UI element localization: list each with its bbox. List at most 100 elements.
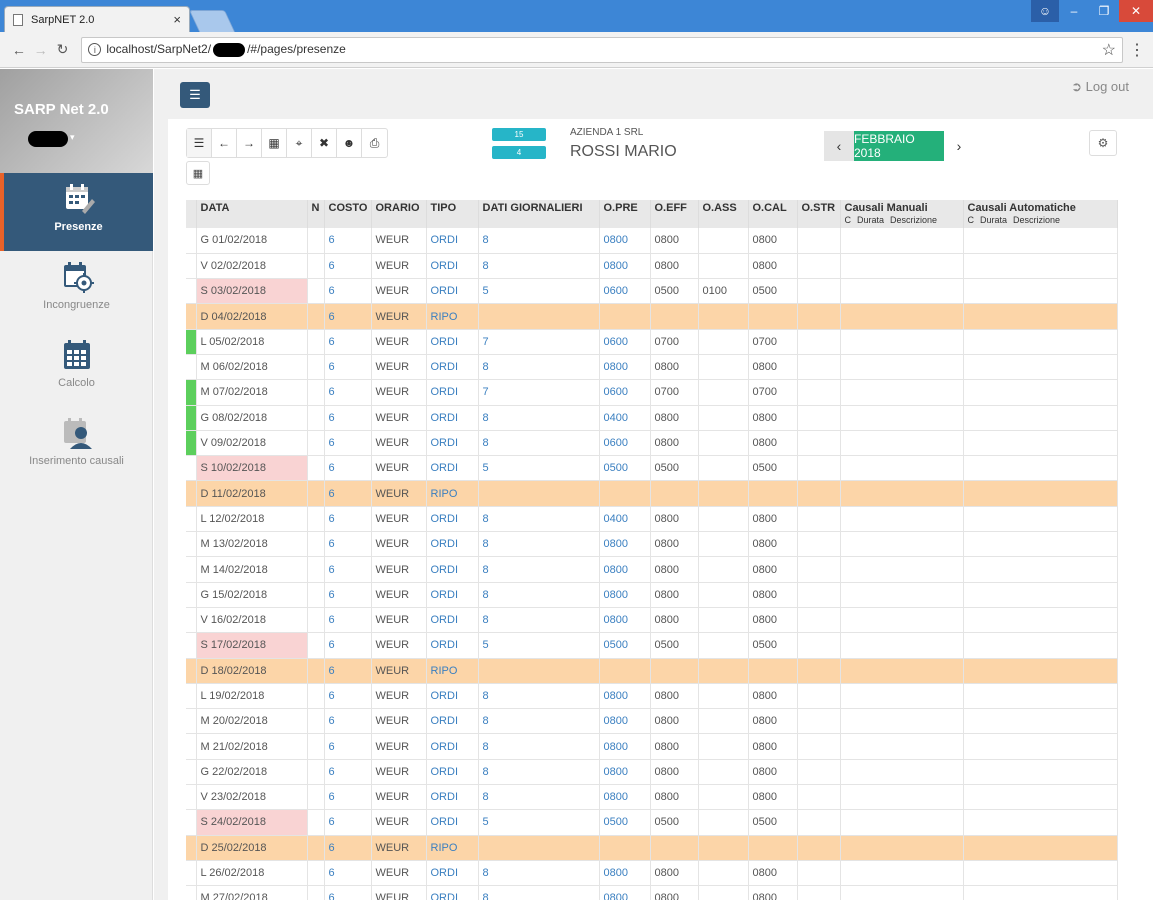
cell-opre[interactable] [599, 658, 651, 684]
cell-opre[interactable]: 0800 [599, 708, 651, 735]
col-n[interactable]: N [307, 200, 325, 228]
prev-month-button[interactable]: ‹ [824, 131, 854, 161]
cell-tipo[interactable]: RIPO [426, 835, 479, 861]
cell-opre[interactable]: 0800 [599, 531, 651, 558]
cell-tipo[interactable]: RIPO [426, 480, 479, 507]
cell-dati[interactable]: 8 [478, 733, 600, 760]
target-button[interactable]: ⌖ [287, 129, 312, 157]
cell-tipo[interactable]: ORDI [426, 531, 479, 558]
cell-opre[interactable]: 0400 [599, 506, 651, 533]
cell-dati[interactable]: 5 [478, 809, 600, 836]
cancel-button[interactable]: ✖ [312, 129, 337, 157]
user-profile-icon[interactable]: ☺ [1031, 0, 1059, 22]
col-ocal[interactable]: O.CAL [748, 200, 798, 228]
cell-dati[interactable]: 5 [478, 278, 600, 305]
col-causali-manuali[interactable]: Causali Manuali C Durata Descrizione [840, 200, 964, 228]
table-row[interactable]: S 17/02/2018 6 WEUR ORDI 5 0500 0500 0500 [186, 632, 1118, 659]
cell-costo[interactable]: 6 [324, 759, 372, 786]
cell-costo[interactable]: 6 [324, 784, 372, 811]
settings-button[interactable]: ⚙ [1089, 130, 1117, 156]
users-button[interactable]: ☻ [337, 129, 362, 157]
cell-dati[interactable]: 8 [478, 885, 600, 900]
cell-costo[interactable]: 6 [324, 632, 372, 659]
cell-opre[interactable]: 0800 [599, 556, 651, 583]
table-row[interactable]: D 25/02/2018 6 WEUR RIPO [186, 835, 1118, 861]
table-row[interactable]: S 24/02/2018 6 WEUR ORDI 5 0500 0500 0500 [186, 809, 1118, 836]
cell-costo[interactable]: 6 [324, 253, 372, 280]
cell-opre[interactable] [599, 303, 651, 330]
cell-dati[interactable]: 5 [478, 632, 600, 659]
cell-tipo[interactable]: ORDI [426, 582, 479, 608]
list-view-button[interactable]: ☰ [187, 129, 212, 157]
print-button[interactable]: ⎙ [362, 129, 387, 157]
cell-tipo[interactable]: ORDI [426, 354, 479, 381]
cell-costo[interactable]: 6 [324, 354, 372, 381]
table-row[interactable]: M 21/02/2018 6 WEUR ORDI 8 0800 0800 0800 [186, 733, 1118, 760]
cell-tipo[interactable]: ORDI [426, 405, 479, 431]
cell-tipo[interactable]: ORDI [426, 379, 479, 406]
cell-opre[interactable]: 0800 [599, 607, 651, 634]
cell-dati[interactable] [478, 480, 600, 507]
logout-link[interactable]: ➲ Log out [1071, 79, 1129, 95]
current-month[interactable]: FEBBRAIO 2018 [854, 131, 944, 161]
cell-dati[interactable]: 8 [478, 683, 600, 710]
table-row[interactable]: D 18/02/2018 6 WEUR RIPO [186, 658, 1118, 684]
cell-opre[interactable]: 0500 [599, 632, 651, 659]
table-row[interactable]: V 09/02/2018 6 WEUR ORDI 8 0600 0800 0800 [186, 430, 1118, 457]
cell-tipo[interactable]: ORDI [426, 253, 479, 280]
cell-tipo[interactable]: ORDI [426, 708, 479, 735]
table-row[interactable]: G 15/02/2018 6 WEUR ORDI 8 0800 0800 0800 [186, 582, 1118, 608]
cell-opre[interactable]: 0800 [599, 733, 651, 760]
cell-dati[interactable]: 8 [478, 860, 600, 887]
cell-opre[interactable]: 0500 [599, 809, 651, 836]
cell-dati[interactable]: 5 [478, 455, 600, 482]
cell-opre[interactable]: 0800 [599, 253, 651, 280]
table-row[interactable]: V 16/02/2018 6 WEUR ORDI 8 0800 0800 0800 [186, 607, 1118, 634]
cell-opre[interactable]: 0800 [599, 354, 651, 381]
cell-costo[interactable]: 6 [324, 835, 372, 861]
sidebar-item-inserimento-causali[interactable]: Inserimento causali [0, 407, 153, 485]
table-row[interactable]: S 10/02/2018 6 WEUR ORDI 5 0500 0500 0500 [186, 455, 1118, 482]
browser-menu-icon[interactable]: ⋮ [1129, 40, 1145, 60]
cell-tipo[interactable]: ORDI [426, 632, 479, 659]
sidebar-item-incongruenze[interactable]: Incongruenze [0, 251, 153, 329]
cell-dati[interactable]: 8 [478, 430, 600, 457]
cell-costo[interactable]: 6 [324, 708, 372, 735]
col-costo[interactable]: COSTO [324, 200, 372, 228]
cell-opre[interactable]: 0600 [599, 329, 651, 355]
cell-dati[interactable]: 8 [478, 784, 600, 811]
cell-costo[interactable]: 6 [324, 480, 372, 507]
table-row[interactable]: V 23/02/2018 6 WEUR ORDI 8 0800 0800 0800 [186, 784, 1118, 811]
calculator-button[interactable]: ▦ [262, 129, 287, 157]
maximize-icon[interactable]: ❐ [1089, 0, 1119, 22]
col-orario[interactable]: ORARIO [371, 200, 427, 228]
cell-opre[interactable]: 0600 [599, 278, 651, 305]
cell-costo[interactable]: 6 [324, 860, 372, 887]
col-ostr[interactable]: O.STR [797, 200, 841, 228]
table-row[interactable]: G 01/02/2018 6 WEUR ORDI 8 0800 0800 0800 [186, 228, 1118, 254]
cell-tipo[interactable]: ORDI [426, 860, 479, 887]
cell-opre[interactable]: 0800 [599, 582, 651, 608]
cell-tipo[interactable]: ORDI [426, 885, 479, 900]
table-row[interactable]: L 05/02/2018 6 WEUR ORDI 7 0600 0700 0700 [186, 329, 1118, 355]
cell-dati[interactable]: 8 [478, 531, 600, 558]
cell-tipo[interactable]: ORDI [426, 809, 479, 836]
cell-opre[interactable]: 0400 [599, 405, 651, 431]
minimize-icon[interactable]: – [1059, 0, 1089, 22]
tab-close-icon[interactable]: × [173, 12, 181, 27]
col-causali-automatiche[interactable]: Causali Automatiche C Durata Descrizione [963, 200, 1118, 228]
table-row[interactable]: S 03/02/2018 6 WEUR ORDI 5 0600 0500 0100 0500 [186, 278, 1118, 305]
cell-costo[interactable]: 6 [324, 455, 372, 482]
table-row[interactable]: V 02/02/2018 6 WEUR ORDI 8 0800 0800 0800 [186, 253, 1118, 280]
cell-costo[interactable]: 6 [324, 228, 372, 254]
redacted-user[interactable] [28, 131, 68, 147]
cell-tipo[interactable]: ORDI [426, 784, 479, 811]
cell-costo[interactable]: 6 [324, 582, 372, 608]
cell-costo[interactable]: 6 [324, 733, 372, 760]
cell-dati[interactable] [478, 835, 600, 861]
back-icon[interactable]: ← [8, 42, 30, 58]
cell-costo[interactable]: 6 [324, 278, 372, 305]
col-data[interactable]: DATA [196, 200, 308, 228]
table-row[interactable]: L 19/02/2018 6 WEUR ORDI 8 0800 0800 0800 [186, 683, 1118, 710]
cell-tipo[interactable]: ORDI [426, 759, 479, 786]
